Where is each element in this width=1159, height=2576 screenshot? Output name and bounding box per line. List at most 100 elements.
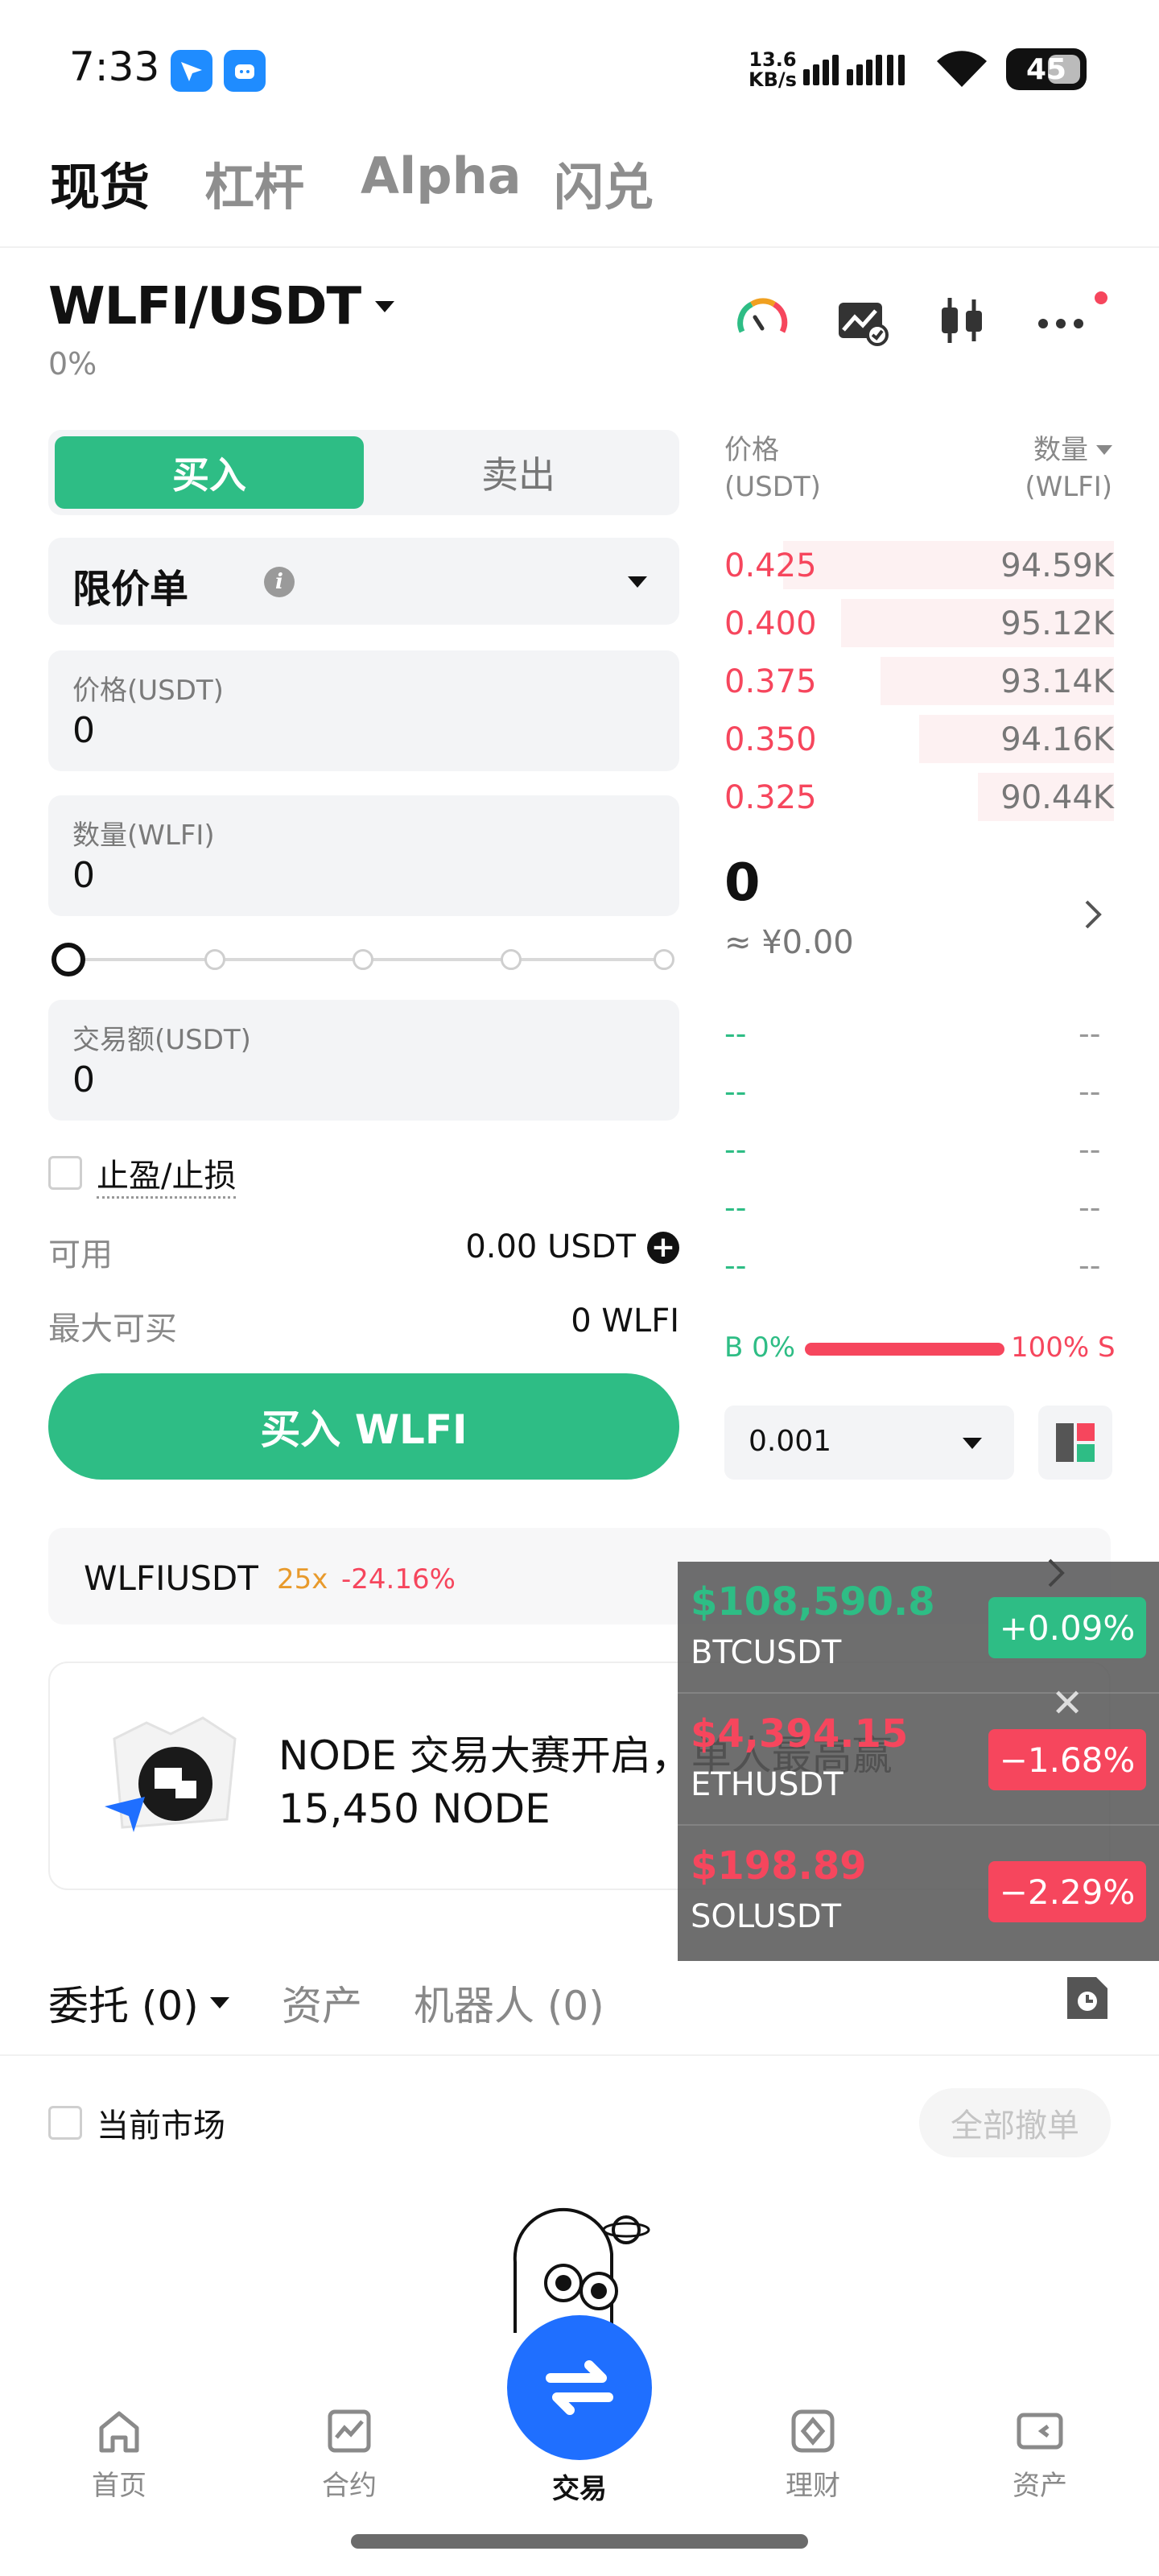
current-market-label[interactable]: 当前市场 — [97, 2099, 225, 2146]
nav-futures[interactable]: 合约 — [285, 2407, 414, 2503]
tab-bots[interactable]: 机器人 (0) — [414, 1974, 604, 2032]
wallet-icon — [1017, 2413, 1063, 2450]
close-icon[interactable]: ✕ — [1051, 1681, 1083, 1726]
candlestick-icon[interactable] — [934, 293, 990, 349]
bid-price[interactable]: -- — [724, 1190, 746, 1225]
tpsl-label[interactable]: 止盈/止损 — [97, 1150, 237, 1199]
max-buy-value: 0 WLFI — [571, 1302, 679, 1340]
order-type-select[interactable]: 限价单 i — [48, 538, 679, 625]
earn-icon — [791, 2409, 835, 2453]
ask-row[interactable]: 0.325 90.44K — [724, 773, 1114, 821]
signal-icon — [802, 52, 914, 87]
ticker-price: $198.89 — [691, 1843, 867, 1889]
ask-price: 0.425 — [724, 547, 817, 584]
bid-price[interactable]: -- — [724, 1132, 746, 1167]
slider-mark-75[interactable] — [501, 949, 522, 970]
sell-tab[interactable]: 卖出 — [364, 436, 673, 509]
chevron-right-icon[interactable] — [1083, 898, 1103, 931]
ask-qty: 93.14K — [1000, 663, 1114, 700]
bid-price[interactable]: -- — [724, 1248, 746, 1283]
current-market-checkbox[interactable] — [48, 2106, 82, 2140]
nav-assets[interactable]: 资产 — [975, 2407, 1104, 2503]
qty-header-text: 数量 — [1033, 434, 1088, 466]
tab-margin[interactable]: 杠杆 — [204, 147, 304, 219]
tpsl-checkbox[interactable] — [48, 1156, 82, 1190]
ticker-divider — [678, 1692, 1159, 1694]
buy-tab[interactable]: 买入 — [55, 436, 364, 509]
status-time: 7:33 — [69, 43, 160, 90]
home-icon — [99, 2411, 139, 2453]
nav-earn[interactable]: 理财 — [749, 2407, 877, 2503]
feishu-app-icon — [171, 50, 212, 92]
price-ticker-overlay[interactable]: ✕ $108,590.8 BTCUSDT +0.09% $4,394.15 ETHUSD… — [678, 1562, 1159, 1961]
trade-fab-button[interactable] — [507, 2315, 652, 2460]
ticker-symbol: BTCUSDT — [691, 1634, 842, 1671]
ask-row[interactable]: 0.375 93.14K — [724, 657, 1114, 705]
slider-mark-25[interactable] — [204, 949, 225, 970]
nav-home-label: 首页 — [92, 2470, 146, 2502]
amount-field[interactable]: 交易额(USDT) 0 — [48, 1000, 679, 1121]
transfer-add-icon[interactable]: + — [647, 1232, 679, 1264]
bid-qty: -- — [1079, 1016, 1101, 1051]
net-speed-value: 13.6 — [749, 48, 797, 71]
chevron-down-icon — [209, 1997, 229, 2008]
quantity-input[interactable]: 0 — [72, 855, 95, 896]
node-logo-icon — [98, 1707, 243, 1848]
slider-handle[interactable] — [52, 943, 85, 976]
bid-price[interactable]: -- — [724, 1016, 746, 1051]
ask-price: 0.400 — [724, 605, 817, 642]
last-price: 0 — [724, 853, 761, 913]
price-input[interactable]: 0 — [72, 710, 95, 751]
depth-step-select[interactable]: 0.001 — [724, 1406, 1014, 1480]
depth-step-value: 0.001 — [749, 1425, 832, 1458]
tab-alpha[interactable]: Alpha — [361, 147, 522, 205]
tab-assets[interactable]: 资产 — [282, 1974, 362, 2032]
ask-qty: 95.12K — [1000, 605, 1114, 642]
sell-ratio: 100% S — [1011, 1331, 1116, 1364]
order-history-icon[interactable] — [1064, 1974, 1111, 2022]
buy-submit-button[interactable]: 买入 WLFI — [48, 1373, 679, 1480]
pair-symbol: WLFI/USDT — [48, 277, 361, 336]
layout-icon — [1056, 1423, 1095, 1462]
amount-input[interactable]: 0 — [72, 1059, 95, 1100]
tab-spot[interactable]: 现货 — [50, 147, 150, 219]
ticker-price: $108,590.8 — [691, 1579, 935, 1624]
ask-price: 0.375 — [724, 663, 817, 700]
price-field[interactable]: 价格(USDT) 0 — [48, 650, 679, 771]
ticker-change-badge: −2.29% — [988, 1861, 1146, 1922]
gauge-icon[interactable] — [734, 293, 790, 349]
orderbook-layout-button[interactable] — [1038, 1406, 1112, 1480]
nav-home[interactable]: 首页 — [55, 2407, 184, 2503]
tab-orders[interactable]: 委托 (0) — [48, 1974, 229, 2032]
bid-price[interactable]: -- — [724, 1074, 746, 1109]
nav-trade[interactable]: 交易 — [515, 2458, 644, 2506]
ticker-symbol: SOLUSDT — [691, 1898, 842, 1935]
info-icon[interactable]: i — [264, 567, 295, 597]
ask-row[interactable]: 0.400 95.12K — [724, 599, 1114, 647]
pair-change: 0% — [48, 346, 97, 382]
more-icon[interactable] — [1033, 293, 1090, 349]
cancel-all-button[interactable]: 全部撤单 — [919, 2088, 1111, 2157]
contract-change: -24.16% — [341, 1563, 456, 1596]
slider-mark-50[interactable] — [353, 949, 373, 970]
bid-qty: -- — [1079, 1132, 1101, 1167]
ask-row[interactable]: 0.350 94.16K — [724, 715, 1114, 763]
ask-row[interactable]: 0.425 94.59K — [724, 541, 1114, 589]
ticker-change-badge: −1.68% — [988, 1729, 1146, 1790]
tab-convert[interactable]: 闪兑 — [554, 147, 654, 219]
bid-qty: -- — [1079, 1074, 1101, 1109]
pair-selector[interactable]: WLFI/USDT — [48, 277, 395, 336]
quantity-label: 数量(WLFI) — [72, 819, 215, 852]
orderbook-qty-header[interactable]: 数量 (WLFI) — [1025, 431, 1112, 506]
futures-chart-icon — [328, 2409, 371, 2453]
quantity-field[interactable]: 数量(WLFI) 0 — [48, 795, 679, 916]
ask-qty: 90.44K — [1000, 779, 1114, 816]
slider-mark-100[interactable] — [654, 949, 674, 970]
ask-price: 0.350 — [724, 721, 817, 758]
available-value: 0.00 USDT — [465, 1228, 636, 1265]
ticker-change-badge: +0.09% — [988, 1597, 1146, 1658]
top-divider — [0, 246, 1159, 248]
contract-chevron-icon[interactable] — [1046, 1557, 1066, 1589]
chart-settings-icon[interactable] — [834, 293, 890, 349]
gesture-home-bar[interactable] — [351, 2534, 808, 2549]
